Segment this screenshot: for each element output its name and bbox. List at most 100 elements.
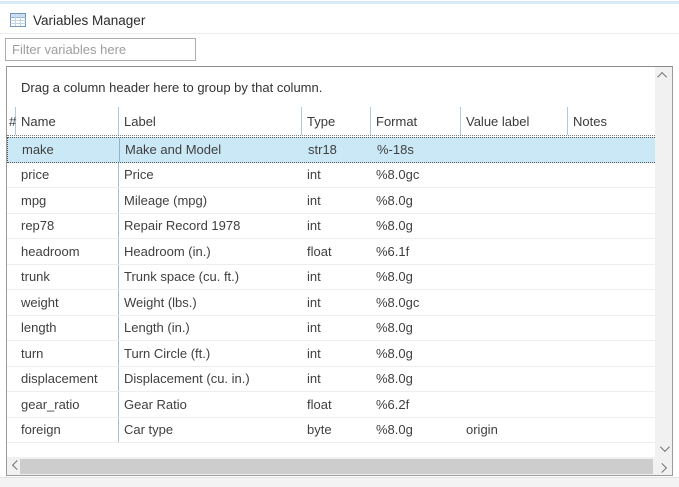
- table-row[interactable]: length Length (in.) int %8.0g: [7, 316, 655, 342]
- column-header-notes[interactable]: Notes: [568, 107, 655, 135]
- cell-notes: [568, 265, 655, 290]
- window-top-edge: [0, 1, 679, 4]
- column-header-value-label[interactable]: Value label: [461, 107, 568, 135]
- table-row[interactable]: turn Turn Circle (ft.) int %8.0g: [7, 341, 655, 367]
- cell-notes: [568, 341, 655, 366]
- cell-name: headroom: [16, 239, 119, 264]
- horizontal-scrollbar[interactable]: [7, 457, 672, 475]
- cell-value-label: [461, 367, 568, 392]
- cell-value-label: [461, 265, 568, 290]
- table-row[interactable]: mpg Mileage (mpg) int %8.0g: [7, 188, 655, 214]
- cell-label: Gear Ratio: [119, 392, 302, 417]
- cell-format: %8.0g: [371, 188, 461, 213]
- cell-value-label: [461, 163, 568, 188]
- cell-number: [7, 290, 16, 315]
- column-header-label[interactable]: Label: [119, 107, 302, 135]
- cell-type: int: [302, 290, 371, 315]
- table-row[interactable]: headroom Headroom (in.) float %6.1f: [7, 239, 655, 265]
- cell-type: int: [302, 367, 371, 392]
- cell-notes: [568, 367, 655, 392]
- cell-notes: [568, 290, 655, 315]
- table-row[interactable]: displacement Displacement (cu. in.) int …: [7, 367, 655, 393]
- cell-number: [7, 188, 16, 213]
- table-row[interactable]: trunk Trunk space (cu. ft.) int %8.0g: [7, 265, 655, 291]
- variables-table-panel: Drag a column header here to group by th…: [6, 66, 673, 476]
- cell-type: int: [302, 214, 371, 239]
- cell-label: Make and Model: [120, 138, 303, 162]
- cell-name: make: [17, 138, 120, 162]
- variables-manager-grid-icon: [10, 12, 26, 28]
- scroll-right-button[interactable]: [655, 458, 672, 475]
- cell-type: int: [302, 188, 371, 213]
- table-row[interactable]: foreign Car type byte %8.0g origin: [7, 418, 655, 444]
- table-row[interactable]: weight Weight (lbs.) int %8.0gc: [7, 290, 655, 316]
- column-header-format[interactable]: Format: [371, 107, 461, 135]
- cell-value-label: [461, 214, 568, 239]
- cell-type: int: [302, 316, 371, 341]
- cell-type: int: [302, 163, 371, 188]
- horizontal-scrollbar-thumb[interactable]: [20, 459, 653, 474]
- cell-value-label: [461, 290, 568, 315]
- scroll-down-button[interactable]: [655, 440, 672, 457]
- table-row[interactable]: rep78 Repair Record 1978 int %8.0g: [7, 214, 655, 240]
- title-bar: Variables Manager: [10, 10, 145, 30]
- scroll-up-button[interactable]: [655, 67, 672, 84]
- cell-number: [7, 265, 16, 290]
- cell-label: Price: [119, 163, 302, 188]
- column-header-name[interactable]: Name: [16, 107, 119, 135]
- cell-type: float: [302, 392, 371, 417]
- table-row[interactable]: make Make and Model str18 %-18s: [7, 137, 655, 163]
- cell-type: byte: [302, 418, 371, 443]
- cell-type: str18: [303, 138, 372, 162]
- table-row[interactable]: price Price int %8.0gc: [7, 163, 655, 189]
- cell-value-label: [462, 138, 569, 162]
- cell-notes: [568, 188, 655, 213]
- cell-value-label: origin: [461, 418, 568, 443]
- cell-number: [7, 392, 16, 417]
- cell-name: weight: [16, 290, 119, 315]
- cell-name: mpg: [16, 188, 119, 213]
- cell-notes: [568, 392, 655, 417]
- column-header-number[interactable]: #: [7, 107, 16, 135]
- cell-number: [7, 239, 16, 264]
- cell-label: Mileage (mpg): [119, 188, 302, 213]
- cell-format: %8.0g: [371, 341, 461, 366]
- cell-label: Headroom (in.): [119, 239, 302, 264]
- cell-name: turn: [16, 341, 119, 366]
- cell-notes: [568, 418, 655, 443]
- cell-format: %8.0g: [371, 265, 461, 290]
- group-by-drop-area[interactable]: Drag a column header here to group by th…: [7, 67, 655, 107]
- variables-list: make Make and Model str18 %-18s price Pr…: [7, 137, 655, 443]
- cell-label: Repair Record 1978: [119, 214, 302, 239]
- filter-variables-input[interactable]: [5, 38, 196, 61]
- table-row[interactable]: gear_ratio Gear Ratio float %6.2f: [7, 392, 655, 418]
- cell-label: Trunk space (cu. ft.): [119, 265, 302, 290]
- cell-name: length: [16, 316, 119, 341]
- cell-number: [7, 418, 16, 443]
- cell-number: [7, 316, 16, 341]
- cell-notes: [569, 138, 655, 162]
- cell-format: %8.0gc: [371, 163, 461, 188]
- cell-name: displacement: [16, 367, 119, 392]
- cell-number: [7, 341, 16, 366]
- cell-format: %8.0g: [371, 367, 461, 392]
- cell-name: rep78: [16, 214, 119, 239]
- cell-value-label: [461, 392, 568, 417]
- chevron-up-icon: [657, 72, 667, 82]
- cell-format: %8.0g: [371, 316, 461, 341]
- column-header-type[interactable]: Type: [302, 107, 371, 135]
- cell-name: foreign: [16, 418, 119, 443]
- titlebar-separator: [0, 33, 679, 34]
- cell-format: %6.2f: [371, 392, 461, 417]
- cell-label: Displacement (cu. in.): [119, 367, 302, 392]
- cell-value-label: [461, 239, 568, 264]
- cell-type: float: [302, 239, 371, 264]
- cell-label: Turn Circle (ft.): [119, 341, 302, 366]
- table-header-row: # Name Label Type Format Value label Not…: [7, 107, 655, 136]
- cell-number: [7, 214, 16, 239]
- cell-format: %-18s: [372, 138, 462, 162]
- cell-label: Weight (lbs.): [119, 290, 302, 315]
- cell-value-label: [461, 341, 568, 366]
- vertical-scrollbar[interactable]: [655, 67, 672, 457]
- cell-notes: [568, 239, 655, 264]
